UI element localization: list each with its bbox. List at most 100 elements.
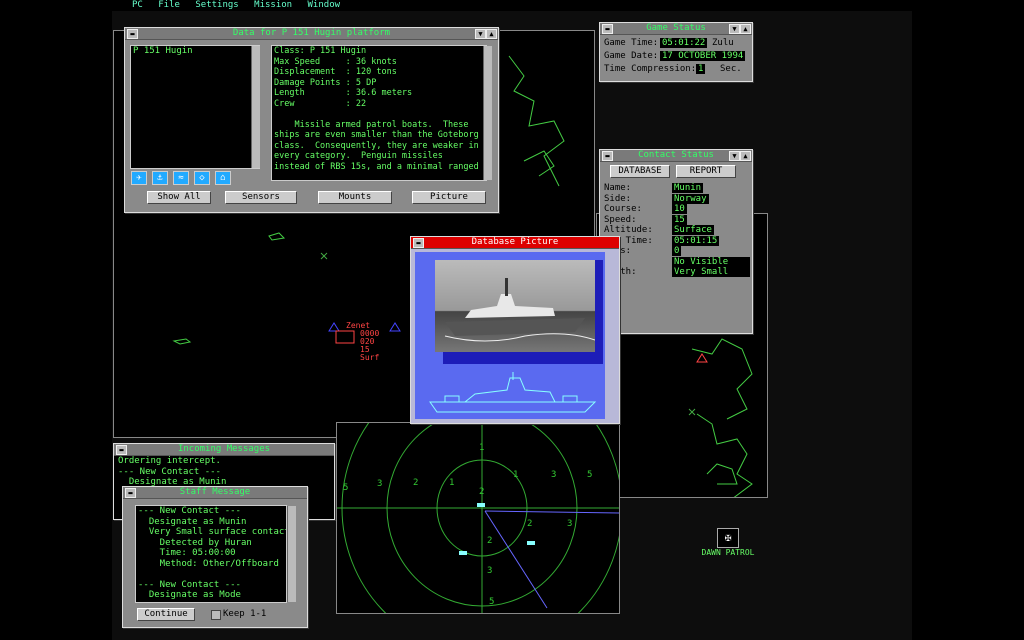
minimize-icon[interactable]: ▼ bbox=[475, 29, 486, 39]
staff-titlebar[interactable]: ▬ Staff Message bbox=[123, 487, 307, 499]
platform-list[interactable]: P 151 Hugin bbox=[130, 45, 260, 169]
maximize-icon[interactable]: ▲ bbox=[486, 29, 497, 39]
contact-value: 05:01:15 bbox=[672, 235, 720, 246]
close-icon[interactable]: ▬ bbox=[413, 238, 424, 248]
menu-window[interactable]: Window bbox=[308, 0, 341, 10]
time-compression-value[interactable]: 1 bbox=[696, 64, 706, 74]
close-icon[interactable]: ▬ bbox=[127, 29, 138, 39]
info-line: Class: P 151 Hugin bbox=[274, 46, 367, 56]
db-picture-title: Database Picture bbox=[471, 237, 559, 247]
close-icon[interactable]: ▬ bbox=[602, 24, 613, 34]
radar-range-label: 5 bbox=[587, 470, 593, 480]
ship-photo bbox=[435, 260, 595, 352]
picture-button[interactable]: Picture bbox=[412, 191, 486, 204]
info-line: class. Consequently, they are weaker in bbox=[274, 140, 479, 151]
info-line: every category. Penguin missiles bbox=[274, 151, 443, 161]
game-status-titlebar[interactable]: ▬ Game Status ▼ ▲ bbox=[600, 23, 752, 35]
info-line: Displacement : 120 tons bbox=[274, 67, 397, 77]
list-scrollbar[interactable] bbox=[251, 46, 260, 168]
radar-graphics bbox=[337, 423, 619, 613]
menu-mission[interactable]: Mission bbox=[254, 0, 292, 10]
incoming-message-list: Ordering intercept. --- New Contact --- … bbox=[114, 456, 334, 488]
minimize-icon[interactable]: ▼ bbox=[729, 151, 740, 161]
close-icon[interactable]: ▬ bbox=[602, 151, 613, 161]
info-scrollbar[interactable] bbox=[483, 46, 492, 180]
game-time-label: Game Time: bbox=[604, 38, 659, 48]
radar-range-label: 1 bbox=[479, 443, 485, 453]
contact-value: 0 bbox=[672, 246, 682, 256]
contact-label: Course: bbox=[604, 204, 642, 214]
info-line: Length : 36.6 meters bbox=[274, 88, 413, 98]
contact-label: Side: bbox=[604, 193, 632, 204]
radar-range-label: 3 bbox=[487, 566, 493, 576]
info-line bbox=[274, 109, 486, 120]
menu-settings[interactable]: Settings bbox=[195, 0, 238, 10]
info-line: Crew : 22 bbox=[274, 98, 367, 109]
time-zone: Zulu bbox=[712, 38, 734, 48]
info-line: Damage Points : 5 DP bbox=[274, 77, 377, 88]
report-button[interactable]: REPORT bbox=[676, 165, 736, 178]
contact-line4: Surf bbox=[360, 353, 380, 362]
mounts-button[interactable]: Mounts bbox=[318, 191, 392, 204]
contact-value: 10 bbox=[672, 204, 687, 214]
menu-bar: PC File Settings Mission Window bbox=[112, 0, 912, 11]
show-all-button[interactable]: Show All bbox=[147, 191, 211, 204]
maximize-icon[interactable]: ▲ bbox=[740, 151, 751, 161]
radar-range-label: 2 bbox=[487, 536, 493, 546]
message-line: --- New Contact --- bbox=[118, 466, 221, 477]
radar-range-label: 2 bbox=[413, 478, 419, 488]
close-icon[interactable]: ▬ bbox=[125, 488, 136, 498]
continue-button[interactable]: Continue bbox=[137, 608, 195, 621]
message-line: --- New Contact --- bbox=[138, 506, 241, 516]
contact-value: Norway bbox=[672, 193, 709, 204]
message-line: Very Small surface contact. bbox=[138, 527, 287, 537]
contact-status-window: ▬ Contact Status ▼ ▲ DATABASE REPORT Nam… bbox=[599, 149, 753, 334]
map-contact-label[interactable]: Zenet 0000 020 15 Surf bbox=[346, 322, 379, 362]
game-status-window: ▬ Game Status ▼ ▲ Game Time: 05:01:22 Zu… bbox=[599, 22, 753, 82]
contact-value: Munin bbox=[672, 183, 704, 193]
keep-checkbox[interactable] bbox=[211, 610, 221, 620]
staff-title: Staff Message bbox=[179, 487, 251, 497]
radar-range-label: 3 bbox=[567, 519, 573, 529]
menu-pc[interactable]: PC bbox=[132, 0, 143, 10]
database-button[interactable]: DATABASE bbox=[610, 165, 670, 178]
contact-label: Altitude: bbox=[604, 225, 653, 235]
message-line: Ordering intercept. bbox=[118, 456, 221, 466]
staff-message-text: --- New Contact --- Designate as Munin V… bbox=[135, 505, 287, 603]
info-line: instead of RBS 15s, and a minimal ranged bbox=[274, 161, 479, 172]
list-item[interactable]: P 151 Hugin bbox=[131, 46, 259, 57]
sensors-button[interactable]: Sensors bbox=[225, 191, 297, 204]
incoming-titlebar[interactable]: ▬ Incoming Messages bbox=[114, 444, 334, 456]
maximize-icon[interactable]: ▲ bbox=[740, 24, 751, 34]
dawn-patrol-shortcut[interactable]: ✠ DAWN PATROL bbox=[700, 528, 756, 557]
filter-land-icon[interactable]: ◇ bbox=[194, 171, 210, 185]
info-line: Missile armed patrol boats. These bbox=[274, 119, 469, 130]
info-line: ships are even smaller than the Goteborg bbox=[274, 130, 479, 140]
filter-ship-icon[interactable]: ≈ bbox=[173, 171, 189, 185]
radar-range-label: 3 bbox=[551, 470, 557, 480]
filter-air-icon[interactable]: ✈ bbox=[131, 171, 147, 185]
incoming-title: Incoming Messages bbox=[177, 444, 271, 454]
time-compression-label: Time Compression: bbox=[604, 64, 697, 74]
radar-range-label: 3 bbox=[377, 479, 383, 489]
contact-status-titlebar[interactable]: ▬ Contact Status ▼ ▲ bbox=[600, 150, 752, 162]
staff-message-window: ▬ Staff Message --- New Contact --- Desi… bbox=[122, 486, 308, 628]
contact-status-title: Contact Status bbox=[638, 150, 714, 160]
data-window-titlebar[interactable]: ▬ Data for P 151 Hugin platform ▼ ▲ bbox=[125, 28, 498, 40]
patrol-icon: ✠ bbox=[717, 528, 739, 548]
minimize-icon[interactable]: ▼ bbox=[729, 24, 740, 34]
radar-display[interactable]: 1 2 3 5 1 2 3 5 1 2 3 2 3 5 bbox=[336, 422, 620, 614]
message-line: Designate as Mode bbox=[138, 590, 241, 600]
time-compression-unit: Sec. bbox=[720, 64, 742, 74]
platform-info: Class: P 151 Hugin Max Speed : 36 knots … bbox=[271, 45, 487, 181]
filter-base-icon[interactable]: ⌂ bbox=[215, 171, 231, 185]
radar-range-label: 1 bbox=[449, 478, 455, 488]
game-time-value: 05:01:22 bbox=[660, 38, 708, 48]
db-picture-titlebar[interactable]: ▬ Database Picture bbox=[411, 237, 619, 249]
filter-sub-icon[interactable]: ⚓ bbox=[152, 171, 168, 185]
radar-range-label: 5 bbox=[489, 597, 495, 607]
menu-file[interactable]: File bbox=[158, 0, 180, 10]
close-icon[interactable]: ▬ bbox=[116, 445, 127, 455]
staff-scrollbar[interactable] bbox=[287, 506, 296, 602]
contact-details: Name: Munin Side: Norway Course: 10 Speed: 1… bbox=[604, 183, 750, 278]
